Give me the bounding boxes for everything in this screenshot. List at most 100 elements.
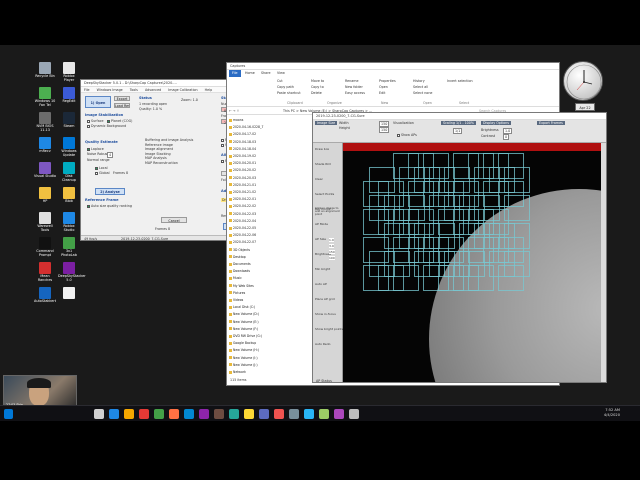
tree-item[interactable]: 2020-04-20-01 — [229, 161, 256, 165]
desktop-icon[interactable]: Command Prompt — [34, 237, 56, 261]
dynamic-background-checkbox[interactable]: Dynamic Background — [87, 124, 126, 128]
desktop-icon[interactable]: Roblox Studio — [58, 212, 80, 236]
taskbar-app-icon[interactable] — [319, 409, 329, 419]
side-panel-value[interactable]: 1.9 — [329, 238, 334, 242]
taskbar-app-icon[interactable] — [139, 409, 149, 419]
taskbar-app-icon[interactable] — [304, 409, 314, 419]
tree-item[interactable]: moons — [229, 118, 243, 122]
tree-item[interactable]: New Volume (E:) — [229, 320, 259, 324]
ribbon-item[interactable]: Copy path — [277, 85, 294, 89]
desktop-icon[interactable]: Windows 10 Fan Tel — [34, 87, 56, 111]
taskbar-app-icon[interactable] — [229, 409, 239, 419]
desktop-icon[interactable]: Visual Studio — [34, 162, 56, 186]
taskbar-app-icon[interactable] — [259, 409, 269, 419]
taskbar-app-icon[interactable] — [124, 409, 134, 419]
ribbon-item[interactable]: Move to — [311, 79, 324, 83]
taskbar-app-icon[interactable] — [154, 409, 164, 419]
tree-item[interactable]: 2020-04-22-04 — [229, 219, 256, 223]
taskbar-app-icon[interactable] — [184, 409, 194, 419]
desktop-icon[interactable]: Steam — [58, 112, 80, 136]
tree-item[interactable]: 2020-04-22-07 — [229, 240, 256, 244]
tree-item[interactable]: New Volume (J:) — [229, 363, 258, 367]
back-arrow-icon[interactable]: ← → ↑ — [229, 109, 239, 113]
tree-item[interactable]: 2020-04-22-02 — [229, 204, 256, 208]
desktop-icon[interactable]: Recycle Bin — [34, 62, 56, 86]
tree-item[interactable]: 2020-04-20-02 — [229, 168, 256, 172]
ribbon-item[interactable]: Easy access — [345, 91, 365, 95]
tree-item[interactable]: Network — [229, 370, 246, 374]
show-aps-checkbox[interactable]: Show APs — [397, 133, 417, 137]
side-panel-control[interactable]: Clear — [315, 177, 323, 181]
tree-item[interactable]: 2020-04-21-01 — [229, 183, 256, 187]
global-radio[interactable]: Global — [95, 171, 110, 175]
tab-view[interactable]: View — [277, 71, 285, 75]
tree-item[interactable]: 2020-04-22-06 — [229, 233, 256, 237]
ribbon-item[interactable]: Rename — [345, 79, 359, 83]
tree-item[interactable]: New Volume (I:) — [229, 356, 258, 360]
tree-item[interactable]: 2020-04-22-01 — [229, 197, 256, 201]
ribbon-item[interactable]: Paste shortcut — [277, 91, 301, 95]
desktop-icon[interactable]: DeepSkyStacker 5.0 — [58, 262, 86, 286]
tree-item[interactable]: 2020-04-18-04 — [229, 147, 256, 151]
load-results-button[interactable]: Load Results — [114, 103, 130, 108]
side-panel-value[interactable]: 3.9 — [329, 244, 334, 248]
open-button[interactable]: 1) Open — [85, 96, 111, 108]
tree-item[interactable]: Videos — [229, 298, 243, 302]
tree-item[interactable]: New Volume (F:) — [229, 327, 258, 331]
taskbar-app-icon[interactable] — [109, 409, 119, 419]
tree-item[interactable]: Local Disk (C:) — [229, 305, 255, 309]
desktop-icon[interactable]: Roblox Player — [58, 62, 80, 86]
ribbon-item[interactable]: Properties — [379, 79, 396, 83]
tab-file[interactable]: File — [229, 70, 241, 77]
taskbar-app-icon[interactable] — [334, 409, 344, 419]
desktop-icon[interactable]: Mean Ranches — [34, 262, 56, 286]
side-panel-control[interactable]: Auto Redo — [315, 342, 330, 346]
ribbon-item[interactable]: New folder — [345, 85, 363, 89]
tree-item[interactable]: Google Backup — [229, 341, 256, 345]
stab-option-planet[interactable]: Planet (COG) — [107, 119, 132, 123]
side-panel-value[interactable]: 100 — [329, 256, 335, 260]
tree-item[interactable]: New Volume (D:) — [229, 312, 259, 316]
tree-item[interactable]: 2020-04-19-02 — [229, 154, 256, 158]
height-field[interactable]: 150 — [379, 127, 390, 133]
desktop-icon[interactable] — [58, 287, 80, 311]
taskbar-app-icon[interactable] — [289, 409, 299, 419]
tree-item[interactable]: New Volume (H:) — [229, 348, 259, 352]
moon-preview-image[interactable] — [343, 151, 601, 382]
auto-size-checkbox[interactable]: Auto size quality ranking — [87, 204, 132, 208]
dss-menu-file[interactable]: File — [84, 88, 90, 92]
tab-share[interactable]: Share — [261, 71, 271, 75]
tree-item[interactable]: 2020-04-17-02 — [229, 132, 256, 136]
desktop-icon[interactable]: 3x1 PhotoLab — [58, 237, 80, 261]
taskbar-app-icon[interactable] — [169, 409, 179, 419]
side-panel-control[interactable]: Select Points — [315, 192, 334, 196]
side-panel-control[interactable]: Auto AP — [315, 282, 327, 286]
taskbar-app-icon[interactable] — [199, 409, 209, 419]
tree-item[interactable]: Documents — [229, 262, 251, 266]
tree-item[interactable]: 2020-04-22-05 — [229, 226, 256, 230]
tree-item[interactable]: Desktop — [229, 255, 246, 259]
desktop-icon[interactable]: Windows Update — [58, 137, 80, 161]
tab-home[interactable]: Home — [245, 71, 255, 75]
ribbon-item[interactable]: Copy to — [311, 85, 324, 89]
dss-menu-image-calibration[interactable]: Image Calibration — [168, 88, 197, 92]
dss-menu-help[interactable]: Help — [205, 88, 213, 92]
side-panel-control[interactable]: Show in-focus — [315, 312, 336, 316]
export-button[interactable]: Export — [114, 96, 130, 101]
ribbon-item[interactable]: Edit — [379, 91, 385, 95]
tree-item[interactable]: Music — [229, 276, 242, 280]
ribbon-item[interactable]: Select all — [413, 85, 428, 89]
side-panel-control[interactable]: Shade ROI — [315, 162, 331, 166]
side-panel-control[interactable]: Draw box — [315, 147, 329, 151]
desktop-icon[interactable]: HP — [34, 187, 56, 211]
tree-item[interactable]: Pictures — [229, 291, 245, 295]
taskbar-app-icon[interactable] — [94, 409, 104, 419]
side-panel-control[interactable]: AP Size — [315, 237, 326, 241]
desktop-icon[interactable]: RegEdit — [58, 87, 80, 111]
side-panel-control[interactable]: Place AP grid — [315, 297, 335, 301]
desktop-icon[interactable]: mRecv — [34, 137, 56, 161]
tree-item[interactable]: 2020-04-18-03 — [229, 140, 256, 144]
dss-menu-windows-image[interactable]: Windows Image — [97, 88, 123, 92]
taskbar-app-icon[interactable] — [244, 409, 254, 419]
ribbon-item[interactable]: Delete — [311, 91, 322, 95]
